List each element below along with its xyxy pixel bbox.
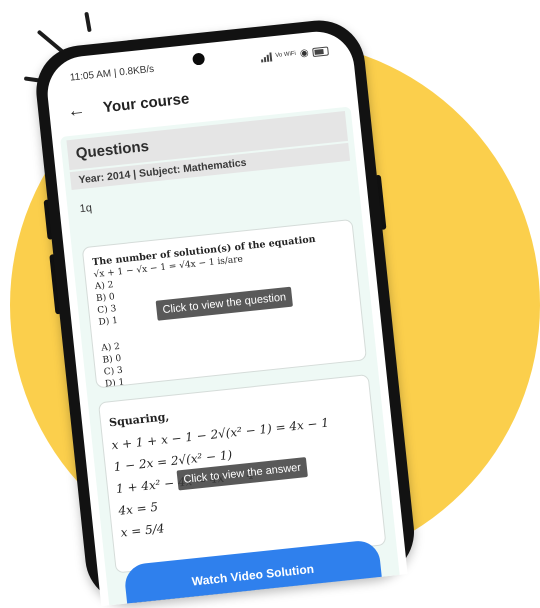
status-icons: Vo WiFi ◉ <box>260 45 329 63</box>
battery-icon <box>312 45 329 57</box>
wifi-icon: ◉ <box>299 47 310 59</box>
spark-line-2 <box>84 11 92 33</box>
network-label: Vo WiFi <box>275 50 297 59</box>
page-title: Your course <box>102 89 190 116</box>
signal-icon <box>260 51 272 63</box>
phone-body: 11:05 AM | 0.8KB/s Vo WiFi ◉ ← Your cour… <box>31 15 419 608</box>
questions-content: Questions Year: 2014 | Subject: Mathemat… <box>60 106 400 607</box>
back-arrow-icon[interactable]: ← <box>66 98 92 121</box>
phone-screen: 11:05 AM | 0.8KB/s Vo WiFi ◉ ← Your cour… <box>43 28 408 607</box>
question-card[interactable]: The number of solution(s) of the equatio… <box>81 218 368 389</box>
phone-mockup: 11:05 AM | 0.8KB/s Vo WiFi ◉ ← Your cour… <box>31 9 488 608</box>
questions-heading: Questions <box>74 137 150 163</box>
status-time: 11:05 AM | 0.8KB/s <box>69 63 155 84</box>
